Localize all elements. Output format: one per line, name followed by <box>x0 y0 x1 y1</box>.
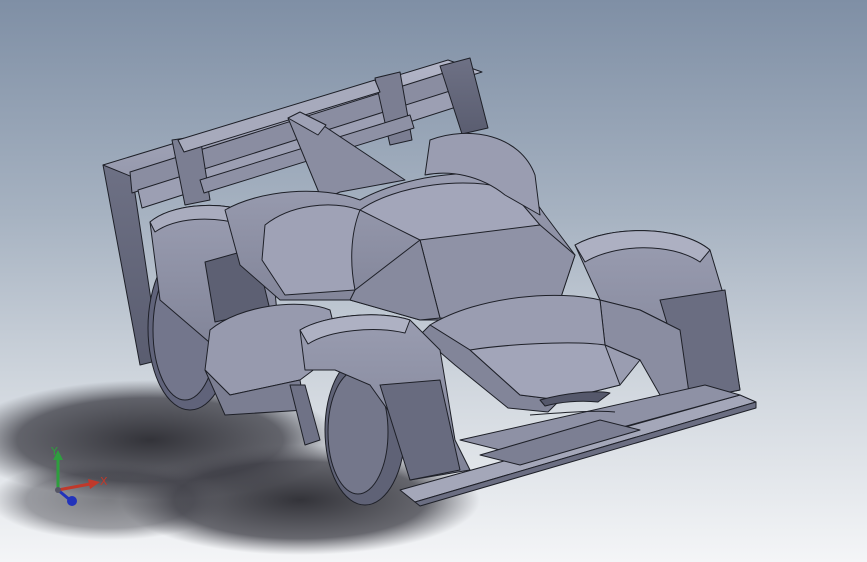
triad-origin <box>55 487 61 493</box>
x-axis-label: X <box>100 475 108 488</box>
graphics-viewport[interactable]: X Y <box>0 0 867 562</box>
z-axis-head <box>67 496 77 506</box>
x-axis-arrow <box>57 482 91 492</box>
x-axis-head <box>88 479 100 489</box>
race-car-model[interactable] <box>0 0 867 562</box>
coordinate-triad: X Y <box>38 440 118 520</box>
y-axis-label: Y <box>51 445 58 458</box>
